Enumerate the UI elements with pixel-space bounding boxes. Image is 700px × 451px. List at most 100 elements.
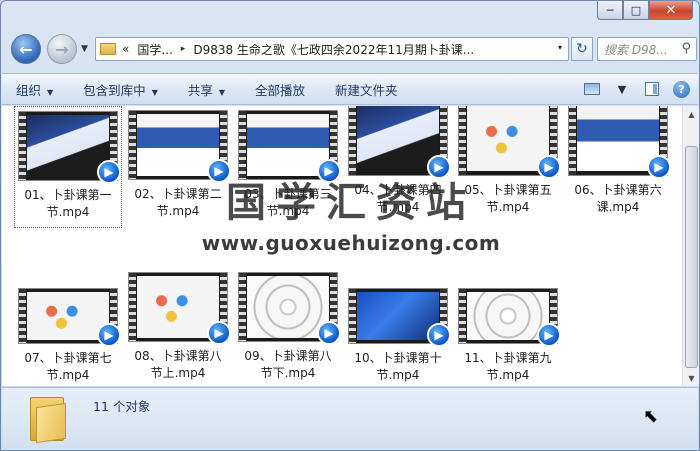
- minimize-button[interactable]: ─: [597, 1, 623, 20]
- video-frame: [577, 106, 659, 172]
- search-input[interactable]: 搜索 D98... ⚲: [597, 37, 697, 61]
- forward-button[interactable]: →: [47, 34, 77, 64]
- address-bar[interactable]: « 国学... ▸ D9838 生命之歌《七政四余2022年11月期卜卦课...…: [95, 37, 569, 61]
- preview-pane-icon: [645, 82, 659, 96]
- breadcrumb-item-guoxue[interactable]: 国学...: [137, 41, 172, 58]
- file-name[interactable]: 07、卜卦课第七 节.mp4: [15, 350, 121, 384]
- film-strip-icon: [459, 289, 466, 343]
- video-thumbnail: ▶: [348, 106, 451, 179]
- breadcrumb-item-current[interactable]: D9838 生命之歌《七政四余2022年11月期卜卦课...: [193, 41, 474, 58]
- video-thumbnail: ▶: [238, 272, 341, 345]
- refresh-icon: ↻: [576, 41, 588, 57]
- view-icon: [584, 83, 600, 95]
- file-name[interactable]: 09、卜卦课第八 节下.mp4: [235, 348, 341, 382]
- file-item[interactable]: ▶ 10、卜卦课第十 节.mp4: [344, 276, 452, 386]
- file-item[interactable]: ▶ 01、卜卦课第一 节.mp4: [14, 106, 122, 228]
- back-button[interactable]: ←: [11, 34, 41, 64]
- address-dropdown-icon[interactable]: ▾: [558, 43, 562, 52]
- help-icon[interactable]: ?: [673, 80, 690, 98]
- film-strip-icon: [459, 106, 466, 175]
- vertical-scrollbar[interactable]: ▲ ▼: [682, 106, 699, 386]
- include-in-library-menu[interactable]: 包含到库中 ▼: [83, 80, 158, 99]
- media-player-icon: ▶: [207, 159, 231, 183]
- file-name[interactable]: 10、卜卦课第十 节.mp4: [345, 350, 451, 384]
- forward-arrow-icon: →: [55, 39, 69, 59]
- file-item[interactable]: ▶ 02、卜卦课第二 节.mp4: [124, 106, 232, 228]
- view-options-dropdown[interactable]: ▼: [613, 80, 631, 98]
- file-name[interactable]: 01、卜卦课第一 节.mp4: [15, 187, 121, 221]
- file-list[interactable]: ▶ 01、卜卦课第一 节.mp4 ▶ 02、卜卦课第二 节.mp4 ▶ 03、卜卦课…: [2, 106, 682, 386]
- video-thumbnail: ▶: [458, 106, 561, 179]
- media-player-icon: ▶: [97, 160, 121, 184]
- scroll-up-icon[interactable]: ▲: [684, 106, 699, 122]
- file-item[interactable]: ▶ 07、卜卦课第七 节.mp4: [14, 276, 122, 386]
- share-menu[interactable]: 共享 ▼: [188, 80, 225, 99]
- media-player-icon: ▶: [427, 323, 451, 347]
- chevron-down-icon: ▼: [47, 87, 54, 97]
- video-frame: [467, 106, 549, 172]
- caption-buttons: ─ □ ✕: [597, 1, 693, 20]
- scroll-down-icon[interactable]: ▼: [684, 370, 699, 386]
- video-thumbnail: ▶: [128, 110, 231, 183]
- video-thumbnail: ▶: [568, 106, 671, 179]
- explorer-window: ─ □ ✕ ← → ▼ « 国学... ▸ D9838 生命之歌《七政四余202…: [0, 0, 700, 451]
- file-name[interactable]: 08、卜卦课第八 节上.mp4: [125, 348, 231, 382]
- file-item[interactable]: ▶ 06、卜卦课第六 课.mp4: [564, 106, 672, 228]
- new-folder-button[interactable]: 新建文件夹: [335, 80, 398, 99]
- file-item[interactable]: ▶ 11、卜卦课第九 节.mp4: [454, 276, 562, 386]
- folder-icon: [30, 397, 66, 444]
- film-strip-icon: [349, 106, 356, 175]
- film-strip-icon: [239, 111, 246, 179]
- file-name[interactable]: 04、卜卦课第四 节.mp4: [345, 182, 451, 216]
- film-strip-icon: [129, 273, 136, 341]
- navigation-bar: ← → ▼ « 国学... ▸ D9838 生命之歌《七政四余2022年11月期…: [9, 31, 697, 65]
- video-thumbnail: ▶: [348, 288, 451, 347]
- file-name[interactable]: 11、卜卦课第九 节.mp4: [455, 350, 561, 384]
- details-pane: 11 个对象 ⬉: [2, 387, 698, 450]
- command-bar: 组织 ▼ 包含到库中 ▼ 共享 ▼ 全部播放 新建文件夹 ▼ ?: [2, 73, 698, 105]
- mouse-cursor-icon: ⬉: [643, 406, 659, 427]
- back-arrow-icon: ←: [19, 39, 33, 59]
- maximize-button[interactable]: □: [623, 1, 649, 20]
- chevron-down-icon: ▼: [151, 87, 158, 97]
- file-name[interactable]: 02、卜卦课第二 节.mp4: [125, 186, 231, 220]
- search-placeholder: 搜索 D98...: [604, 42, 668, 57]
- preview-pane-button[interactable]: [643, 80, 661, 98]
- file-item[interactable]: ▶ 03、卜卦课第三 节.mp4: [234, 106, 342, 228]
- close-button[interactable]: ✕: [649, 1, 693, 20]
- change-view-button[interactable]: [583, 80, 601, 98]
- search-icon[interactable]: ⚲: [681, 41, 691, 56]
- chevron-down-icon: ▼: [218, 87, 226, 97]
- play-all-button[interactable]: 全部播放: [255, 80, 305, 99]
- file-name[interactable]: 03、卜卦课第三 节.mp4: [235, 186, 341, 220]
- breadcrumb-separator-icon[interactable]: ▸: [181, 44, 186, 54]
- file-item[interactable]: ▶ 09、卜卦课第八 节下.mp4: [234, 272, 342, 386]
- media-player-icon: ▶: [207, 321, 231, 345]
- organize-menu[interactable]: 组织 ▼: [16, 80, 53, 99]
- breadcrumb-overflow[interactable]: «: [122, 42, 129, 56]
- film-strip-icon: [19, 112, 26, 180]
- file-item[interactable]: ▶ 08、卜卦课第八 节上.mp4: [124, 272, 232, 386]
- file-item[interactable]: ▶ 05、卜卦课第五 节.mp4: [454, 106, 562, 228]
- file-item[interactable]: ▶ 04、卜卦课第四 节.mp4: [344, 106, 452, 228]
- media-player-icon: ▶: [317, 159, 341, 183]
- video-thumbnail: ▶: [128, 272, 231, 345]
- media-player-icon: ▶: [427, 155, 451, 179]
- film-strip-icon: [569, 106, 576, 175]
- recent-pages-button[interactable]: ▼: [81, 44, 88, 54]
- media-player-icon: ▶: [537, 155, 561, 179]
- media-player-icon: ▶: [537, 323, 561, 347]
- folder-icon: [100, 43, 116, 55]
- refresh-button[interactable]: ↻: [571, 37, 593, 61]
- file-name[interactable]: 06、卜卦课第六 课.mp4: [565, 182, 671, 216]
- video-thumbnail: ▶: [18, 111, 121, 184]
- video-thumbnail: ▶: [18, 288, 121, 347]
- file-name[interactable]: 05、卜卦课第五 节.mp4: [455, 182, 561, 216]
- video-thumbnail: ▶: [458, 288, 561, 347]
- film-strip-icon: [19, 289, 26, 343]
- film-strip-icon: [129, 111, 136, 179]
- media-player-icon: ▶: [317, 321, 341, 345]
- video-thumbnail: ▶: [238, 110, 341, 183]
- item-count: 11 个对象: [93, 399, 151, 414]
- scrollbar-thumb[interactable]: [685, 146, 698, 368]
